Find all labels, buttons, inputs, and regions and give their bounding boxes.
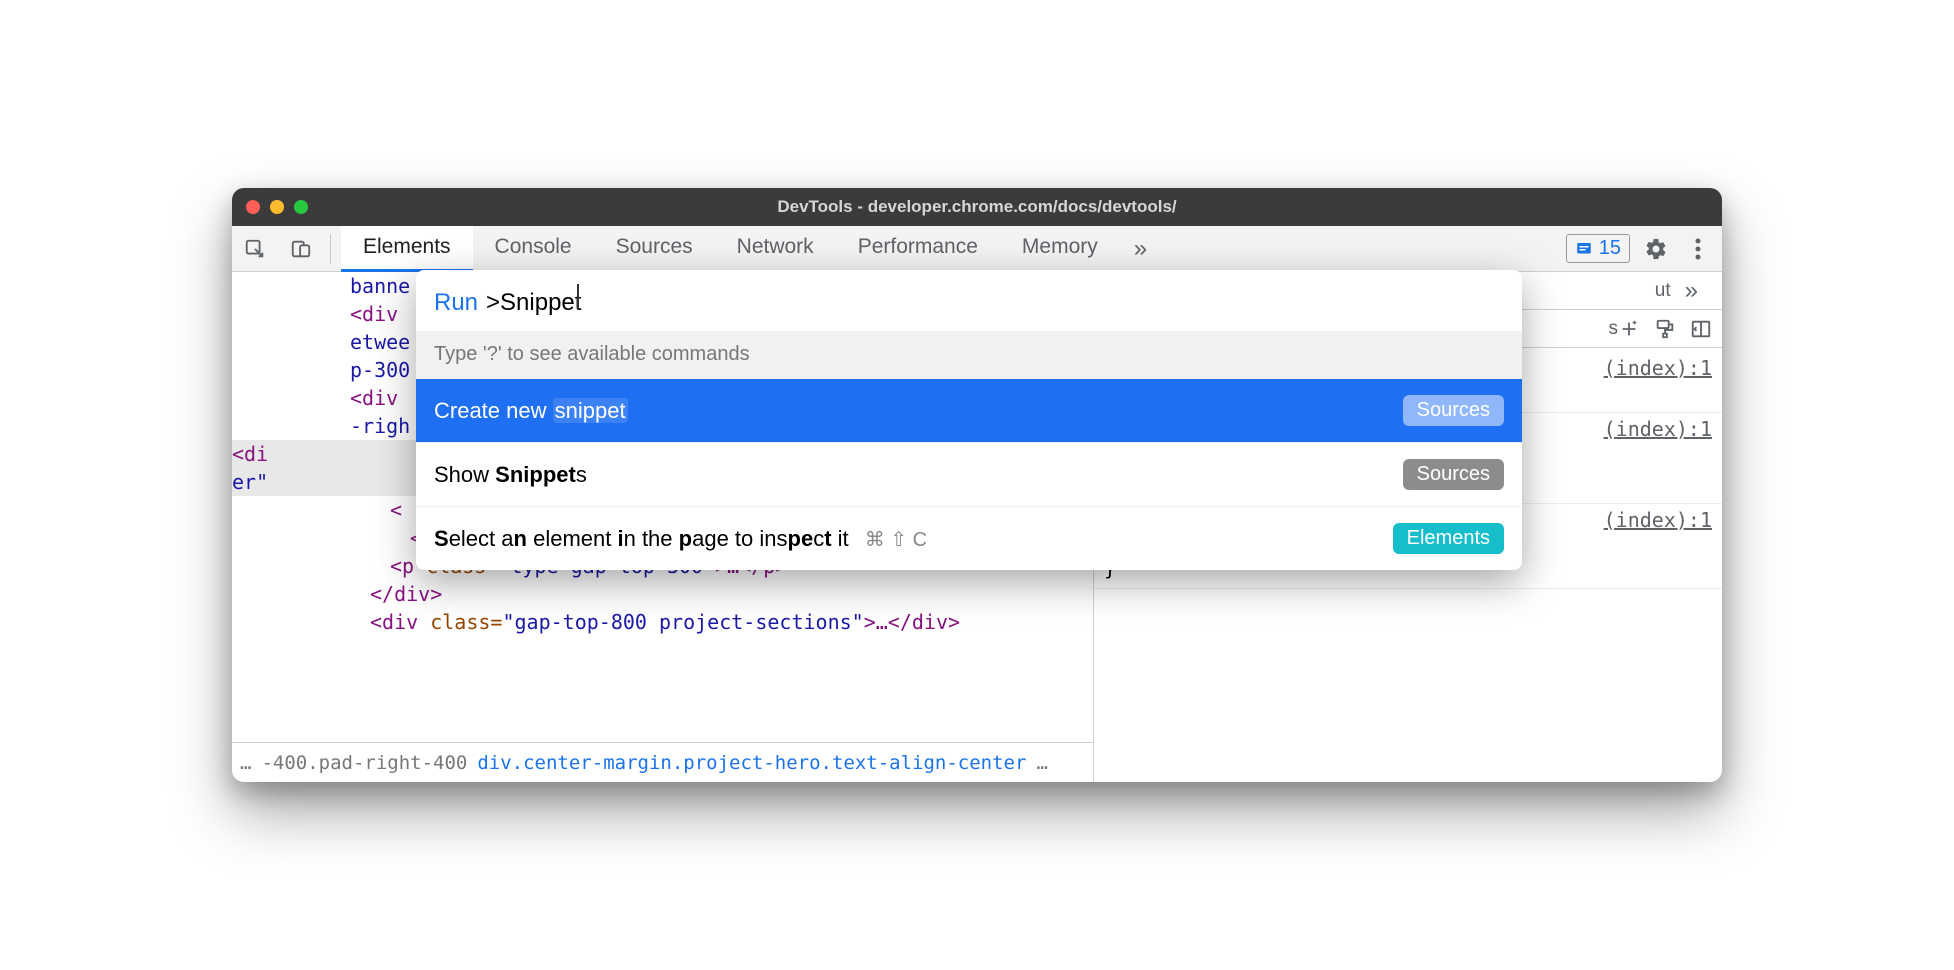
command-tag: Elements [1393, 523, 1504, 554]
minimize-window-button[interactable] [270, 200, 284, 214]
command-prefix: > [486, 289, 500, 316]
traffic-lights [246, 200, 308, 214]
dom-text: <di [232, 442, 268, 466]
dom-text: er" [232, 470, 268, 494]
kebab-menu-icon[interactable] [1682, 233, 1714, 265]
tabbar-left-tools [240, 234, 331, 264]
dom-text: -righ [350, 414, 410, 438]
text-cursor [577, 284, 579, 310]
command-tag: Sources [1403, 459, 1504, 490]
settings-icon[interactable] [1640, 233, 1672, 265]
device-toggle-icon[interactable] [286, 234, 316, 264]
command-run-label: Run [434, 289, 478, 317]
dom-text: p-300 [350, 358, 410, 382]
issues-count: 15 [1599, 237, 1621, 260]
dom-text: < [390, 498, 402, 522]
tab-elements[interactable]: Elements [341, 226, 473, 272]
issues-badge[interactable]: 15 [1566, 234, 1630, 263]
command-hint: Type '?' to see available commands [416, 331, 1522, 378]
rule-source-link[interactable]: (index):1 [1604, 417, 1712, 441]
dom-tag: <div [370, 610, 418, 634]
dom-text: <div [350, 386, 398, 410]
rule-source-link[interactable]: (index):1 [1604, 508, 1712, 532]
tab-sources[interactable]: Sources [594, 226, 715, 272]
maximize-window-button[interactable] [294, 200, 308, 214]
dom-close: >…</div> [864, 610, 960, 634]
dom-text: banne [350, 274, 410, 298]
command-tag: Sources [1403, 395, 1504, 426]
dom-text: etwee [350, 330, 410, 354]
tab-memory[interactable]: Memory [1000, 226, 1120, 272]
breadcrumb-ellipsis: … [1036, 752, 1047, 774]
inspect-icon[interactable] [240, 234, 270, 264]
styles-tab-partial[interactable]: ut [1655, 280, 1671, 302]
breadcrumb-ellipsis: … [240, 752, 251, 774]
breadcrumb[interactable]: … -400.pad-right-400 div.center-margin.p… [232, 742, 1093, 782]
paint-icon[interactable] [1654, 318, 1676, 340]
titlebar: DevTools - developer.chrome.com/docs/dev… [232, 188, 1722, 226]
command-item-show-snippets[interactable]: Show Snippets Sources [416, 442, 1522, 506]
computed-toggle-icon[interactable] [1690, 318, 1712, 340]
rule-source-link[interactable]: (index):1 [1604, 356, 1712, 380]
breadcrumb-seg-active[interactable]: div.center-margin.project-hero.text-alig… [477, 752, 1026, 774]
command-item-create-snippet[interactable]: Create new snippet Sources [416, 378, 1522, 442]
tabbar: Elements Console Sources Network Perform… [232, 226, 1722, 272]
tab-network[interactable]: Network [715, 226, 836, 272]
styles-toolbar-hint: s [1609, 318, 1619, 340]
tab-console[interactable]: Console [473, 226, 594, 272]
dom-attr: class= [418, 610, 502, 634]
command-item-select-element[interactable]: Select an element in the page to inspect… [416, 506, 1522, 570]
new-style-rule-icon[interactable] [1618, 318, 1640, 340]
command-menu: Run >Snippet Type '?' to see available c… [416, 270, 1522, 570]
command-input-row[interactable]: Run >Snippet [416, 270, 1522, 331]
dom-close: </div> [370, 582, 442, 606]
tabbar-right: 15 [1566, 233, 1714, 265]
devtools-window: DevTools - developer.chrome.com/docs/dev… [232, 188, 1722, 782]
more-tabs-icon[interactable]: » [1120, 226, 1161, 272]
command-shortcut: ⌘ ⇧ C [865, 529, 927, 551]
tabs: Elements Console Sources Network Perform… [341, 226, 1566, 272]
dom-tag: <p [390, 554, 414, 578]
tab-performance[interactable]: Performance [836, 226, 1000, 272]
dom-attrval: "gap-top-800 project-sections" [502, 610, 863, 634]
command-query: Snippet [500, 289, 581, 316]
breadcrumb-seg[interactable]: -400.pad-right-400 [261, 752, 467, 774]
dom-text: <div [350, 302, 398, 326]
window-title: DevTools - developer.chrome.com/docs/dev… [232, 197, 1722, 217]
more-tabs-icon[interactable]: » [1671, 277, 1712, 305]
close-window-button[interactable] [246, 200, 260, 214]
